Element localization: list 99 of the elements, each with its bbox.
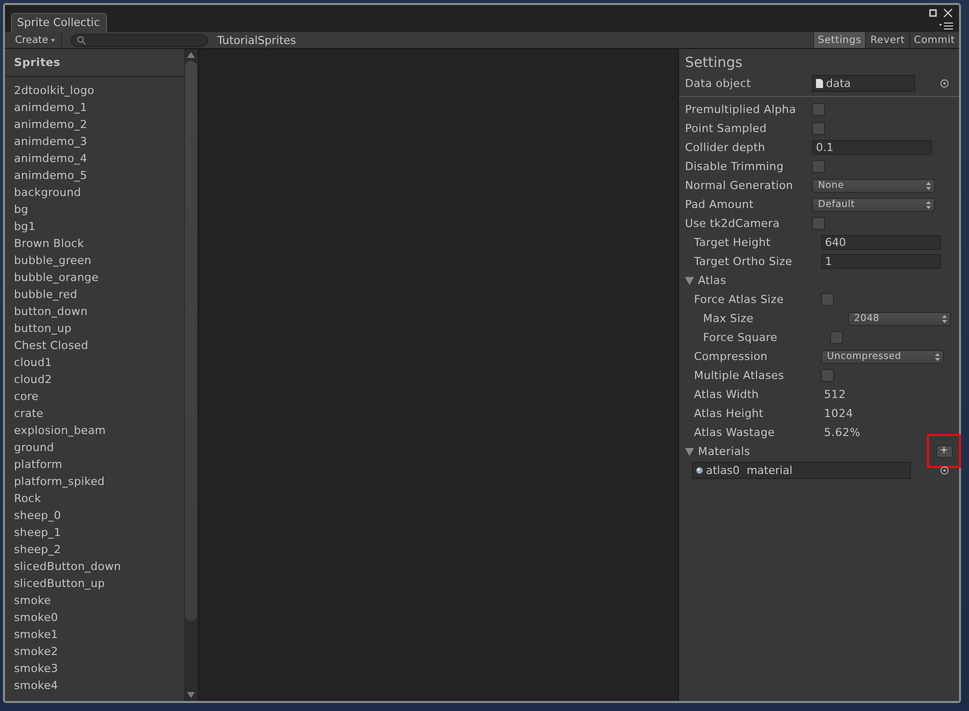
checkbox[interactable] xyxy=(812,122,825,135)
field-label: Target Height xyxy=(693,236,772,249)
sprite-item[interactable]: smoke xyxy=(5,592,184,609)
field-label: Use tk2dCamera xyxy=(685,217,781,230)
object-picker-icon[interactable] xyxy=(940,466,949,475)
sprite-item[interactable]: bubble_green xyxy=(5,252,184,269)
collection-name: TutorialSprites xyxy=(217,34,296,46)
field-label: Atlas Height xyxy=(693,407,764,420)
field-label: Force Atlas Size xyxy=(693,293,785,306)
sphere-icon xyxy=(696,467,703,474)
sprite-item[interactable]: bubble_red xyxy=(5,286,184,303)
sprite-item[interactable]: explosion_beam xyxy=(5,422,184,439)
sprite-item[interactable]: 2dtoolkit_logo xyxy=(5,82,184,99)
updown-icon xyxy=(942,314,947,322)
dropdown[interactable]: Default xyxy=(812,198,935,212)
sprite-item[interactable]: Brown Block xyxy=(5,235,184,252)
sprite-item[interactable]: crate xyxy=(5,405,184,422)
sprite-item[interactable]: smoke0 xyxy=(5,609,184,626)
field-label: Force Square xyxy=(702,331,778,344)
sprite-item[interactable]: Rock xyxy=(5,490,184,507)
scroll-down-icon[interactable] xyxy=(186,692,195,698)
caret-icon xyxy=(51,38,56,42)
file-icon xyxy=(816,79,823,88)
field-label: Normal Generation xyxy=(685,179,794,192)
field-label: Premultiplied Alpha xyxy=(685,103,798,116)
sprite-item[interactable]: button_up xyxy=(5,320,184,337)
sprite-item[interactable]: background xyxy=(5,184,184,201)
sprite-item[interactable]: animdemo_2 xyxy=(5,116,184,133)
checkbox[interactable] xyxy=(821,293,834,306)
checkbox[interactable] xyxy=(812,217,825,230)
sprite-item[interactable]: ground xyxy=(5,439,184,456)
scrollbar[interactable] xyxy=(184,49,198,701)
field-label: Target Ortho Size xyxy=(693,255,794,268)
sprite-item[interactable]: smoke1 xyxy=(5,626,184,643)
checkbox[interactable] xyxy=(830,331,843,344)
checkbox[interactable] xyxy=(812,160,825,173)
sprite-item[interactable]: sheep_1 xyxy=(5,524,184,541)
sprite-item[interactable]: platform_spiked xyxy=(5,473,184,490)
sprite-item[interactable]: core xyxy=(5,388,184,405)
sprite-item[interactable]: bg1 xyxy=(5,218,184,235)
section-label: Materials xyxy=(698,445,750,458)
updown-icon xyxy=(926,200,931,208)
field-label: Atlas Width xyxy=(693,388,760,401)
scroll-up-icon[interactable] xyxy=(186,52,195,58)
updown-icon xyxy=(935,352,940,360)
sprite-item[interactable]: animdemo_4 xyxy=(5,150,184,167)
checkbox[interactable] xyxy=(812,103,825,116)
material-field[interactable]: atlas0 material xyxy=(692,462,911,479)
sprite-item[interactable]: animdemo_3 xyxy=(5,133,184,150)
maximize-icon[interactable] xyxy=(929,9,937,17)
dropdown[interactable]: 2048 xyxy=(848,312,951,326)
sprite-item[interactable]: bubble_orange xyxy=(5,269,184,286)
sprite-item[interactable]: sheep_0 xyxy=(5,507,184,524)
add-button[interactable]: + xyxy=(936,444,952,458)
field-label: Disable Trimming xyxy=(685,160,785,173)
foldout-arrow-icon[interactable] xyxy=(685,448,694,456)
sprite-item[interactable]: cloud2 xyxy=(5,371,184,388)
field-label: Collider depth xyxy=(685,141,766,154)
sprite-item[interactable]: animdemo_1 xyxy=(5,99,184,116)
field-label: Atlas Wastage xyxy=(693,426,776,439)
foldout-arrow-icon[interactable] xyxy=(685,276,694,284)
menu-icon[interactable] xyxy=(939,22,953,30)
updown-icon xyxy=(926,182,931,190)
sprite-item[interactable]: animdemo_5 xyxy=(5,167,184,184)
sprite-item[interactable]: bg xyxy=(5,201,184,218)
toolbar-button[interactable]: Settings xyxy=(812,32,866,48)
field-label: Pad Amount xyxy=(685,198,755,211)
section-label: Atlas xyxy=(698,274,726,287)
sprite-item[interactable]: slicedButton_up xyxy=(5,575,184,592)
search-icon xyxy=(77,36,86,44)
checkbox[interactable] xyxy=(821,369,834,382)
value-text: 1024 xyxy=(823,407,854,420)
field-label: Max Size xyxy=(702,312,754,325)
sprite-item[interactable]: platform xyxy=(5,456,184,473)
input-field[interactable]: 0.1 xyxy=(812,140,932,155)
sprite-item[interactable]: smoke2 xyxy=(5,643,184,660)
sprite-item[interactable]: cloud1 xyxy=(5,354,184,371)
sprite-item[interactable]: slicedButton_down xyxy=(5,558,184,575)
object-picker-icon[interactable] xyxy=(940,79,949,88)
sprite-item[interactable]: smoke4 xyxy=(5,677,184,694)
field-label: Compression xyxy=(693,350,769,363)
sprite-item[interactable]: Chest Closed xyxy=(5,337,184,354)
settings-title: Settings xyxy=(685,54,744,73)
dropdown[interactable]: None xyxy=(812,178,935,192)
sprite-item[interactable]: smoke3 xyxy=(5,660,184,677)
field-label: Point Sampled xyxy=(685,122,768,135)
input-field[interactable]: 1 xyxy=(821,254,941,269)
value-text: 512 xyxy=(823,388,846,401)
field-label: Multiple Atlases xyxy=(693,369,786,382)
search-field[interactable] xyxy=(71,34,208,46)
value-text: 5.62% xyxy=(823,426,860,439)
close-icon[interactable] xyxy=(943,8,953,18)
sprite-item[interactable]: sheep_2 xyxy=(5,541,184,558)
dropdown[interactable]: Uncompressed xyxy=(821,350,944,364)
field-label: Data object xyxy=(685,77,752,90)
input-field[interactable]: 640 xyxy=(821,235,941,250)
window-tab[interactable]: Sprite Collectic xyxy=(11,13,107,32)
sprite-item[interactable]: button_down xyxy=(5,303,184,320)
object-field[interactable]: data xyxy=(812,75,915,92)
